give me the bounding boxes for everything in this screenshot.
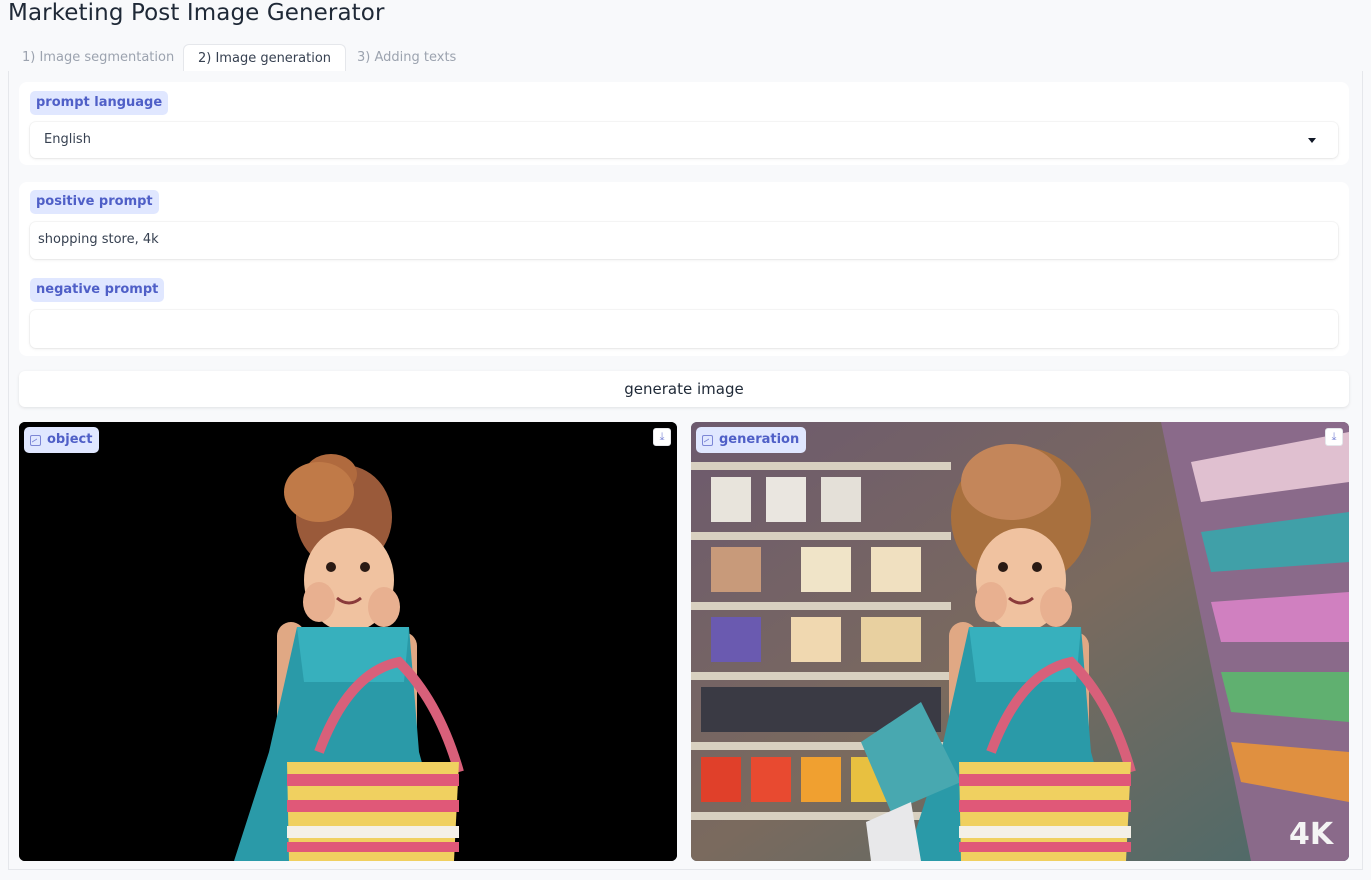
positive-prompt-label: positive prompt <box>30 190 159 214</box>
tab-adding-texts[interactable]: 3) Adding texts <box>343 44 470 72</box>
generate-image-button[interactable]: generate image <box>19 371 1349 407</box>
object-image <box>19 422 677 861</box>
watermark-4k: 4K <box>1289 817 1335 852</box>
negative-prompt-label: negative prompt <box>30 278 165 302</box>
tab-bar: 1) Image segmentation 2) Image generatio… <box>8 44 1363 73</box>
generation-image-panel: 4K generation ⤓ <box>691 422 1349 861</box>
language-dropdown[interactable]: English <box>30 122 1338 158</box>
download-icon[interactable]: ⤓ <box>653 428 671 446</box>
object-label-text: object <box>47 432 93 447</box>
image-icon <box>30 434 41 446</box>
tab-image-segmentation[interactable]: 1) Image segmentation <box>8 44 188 72</box>
prompt-language-label: prompt language <box>30 91 169 115</box>
generation-label-text: generation <box>719 432 800 447</box>
chevron-down-icon <box>1308 138 1316 143</box>
object-image-panel: object ⤓ <box>19 422 677 861</box>
language-selected-value: English <box>44 132 91 147</box>
object-label: object <box>24 427 100 453</box>
language-card: prompt language English <box>19 82 1349 165</box>
image-icon <box>702 434 713 446</box>
positive-prompt-input[interactable]: shopping store, 4k <box>30 222 1338 259</box>
download-icon[interactable]: ⤓ <box>1325 428 1343 446</box>
tab-image-generation[interactable]: 2) Image generation <box>183 44 347 73</box>
generation-label: generation <box>696 427 807 453</box>
prompts-card: positive prompt shopping store, 4k negat… <box>19 182 1349 356</box>
app-title: Marketing Post Image Generator <box>8 0 385 26</box>
generation-image: 4K <box>691 422 1349 861</box>
negative-prompt-input[interactable] <box>30 310 1338 348</box>
